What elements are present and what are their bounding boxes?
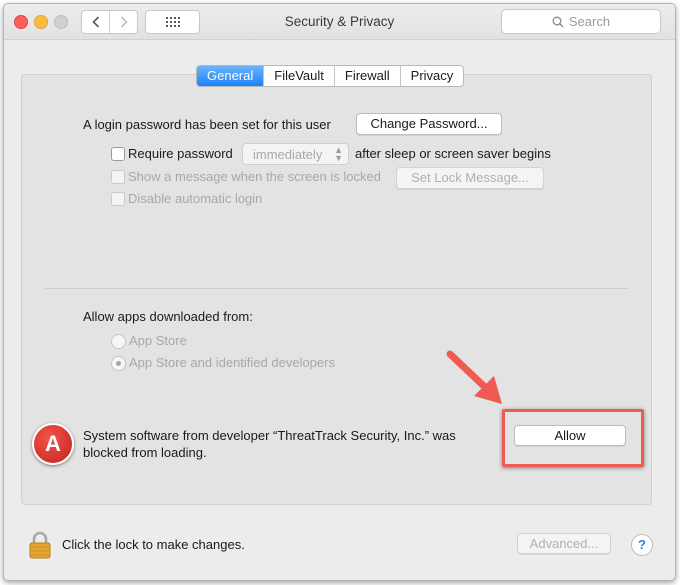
radio-identified-developers-label: App Store and identified developers (129, 355, 335, 370)
set-lock-message-button[interactable]: Set Lock Message... (396, 167, 544, 189)
search-icon (552, 16, 564, 27)
security-privacy-window: Security & Privacy Search General FileVa… (3, 3, 676, 581)
search-placeholder: Search (568, 14, 611, 29)
advanced-button[interactable]: Advanced... (517, 533, 611, 554)
require-password-label: Require password (128, 146, 233, 161)
lock-text: Click the lock to make changes. (62, 537, 245, 552)
require-password-popup[interactable]: immediately ▲ ▼ (242, 143, 349, 165)
show-message-label: Show a message when the screen is locked (128, 169, 381, 184)
after-sleep-text: after sleep or screen saver begins (355, 146, 551, 161)
tab-bar: General FileVault Firewall Privacy (196, 65, 465, 87)
tab-general[interactable]: General (197, 66, 264, 86)
annotation-arrow-icon (446, 350, 502, 404)
lock-icon[interactable] (29, 531, 51, 559)
login-password-text: A login password has been set for this u… (83, 117, 331, 132)
require-password-value: immediately (253, 147, 323, 162)
show-message-checkbox[interactable] (111, 170, 125, 184)
change-password-button[interactable]: Change Password... (356, 113, 502, 135)
section-divider (45, 288, 628, 289)
radio-app-store[interactable] (111, 334, 126, 349)
allow-button[interactable]: Allow (514, 425, 626, 446)
tab-filevault[interactable]: FileVault (263, 66, 334, 86)
search-field[interactable]: Search (501, 9, 661, 34)
allow-apps-heading: Allow apps downloaded from: (83, 309, 253, 324)
radio-app-store-label: App Store (129, 333, 187, 348)
tab-firewall[interactable]: Firewall (333, 66, 400, 86)
annotation-badge: A (32, 423, 74, 465)
radio-identified-developers[interactable] (111, 356, 126, 371)
tab-privacy[interactable]: Privacy (399, 66, 464, 86)
blocked-message-line1: System software from developer “ThreatTr… (83, 428, 456, 443)
require-password-checkbox[interactable] (111, 147, 125, 161)
title-bar: Security & Privacy Search (4, 4, 675, 40)
help-button[interactable]: ? (631, 534, 653, 556)
popup-arrows-icon: ▲ ▼ (334, 145, 343, 163)
disable-auto-login-label: Disable automatic login (128, 191, 263, 206)
disable-auto-login-checkbox[interactable] (111, 192, 125, 206)
blocked-message-line2: blocked from loading. (83, 445, 207, 460)
